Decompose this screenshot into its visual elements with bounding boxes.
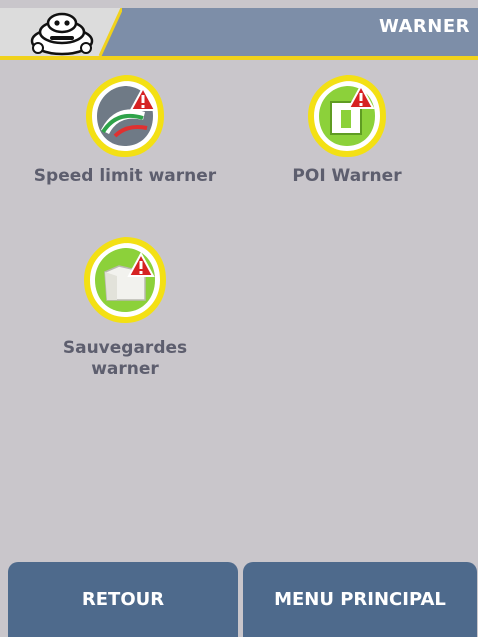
speed-limit-warner-item[interactable]: Speed limit warner <box>18 74 232 187</box>
back-button[interactable]: RETOUR <box>8 562 238 637</box>
main-menu-button-label: MENU PRINCIPAL <box>274 589 446 610</box>
speed-limit-warning-icon <box>85 74 165 158</box>
main-menu-button[interactable]: MENU PRINCIPAL <box>243 562 477 637</box>
poi-warning-icon <box>307 74 387 158</box>
page-title: WARNER <box>378 16 470 37</box>
header-accent-line <box>0 56 478 60</box>
michelin-logo <box>0 7 124 57</box>
poi-warner-label: POI Warner <box>292 166 402 186</box>
header: WARNER <box>0 0 478 60</box>
speed-limit-warner-label: Speed limit warner <box>33 166 217 186</box>
sauvegardes-warner-label-line2: warner <box>91 359 159 379</box>
sauvegardes-warner-item[interactable]: Sauvegardes warner <box>18 236 232 380</box>
saved-warning-icon <box>83 236 167 324</box>
poi-warner-item[interactable]: POI Warner <box>262 74 432 187</box>
sauvegardes-warner-label-line1: Sauvegardes <box>62 338 188 358</box>
back-button-label: RETOUR <box>81 589 165 610</box>
